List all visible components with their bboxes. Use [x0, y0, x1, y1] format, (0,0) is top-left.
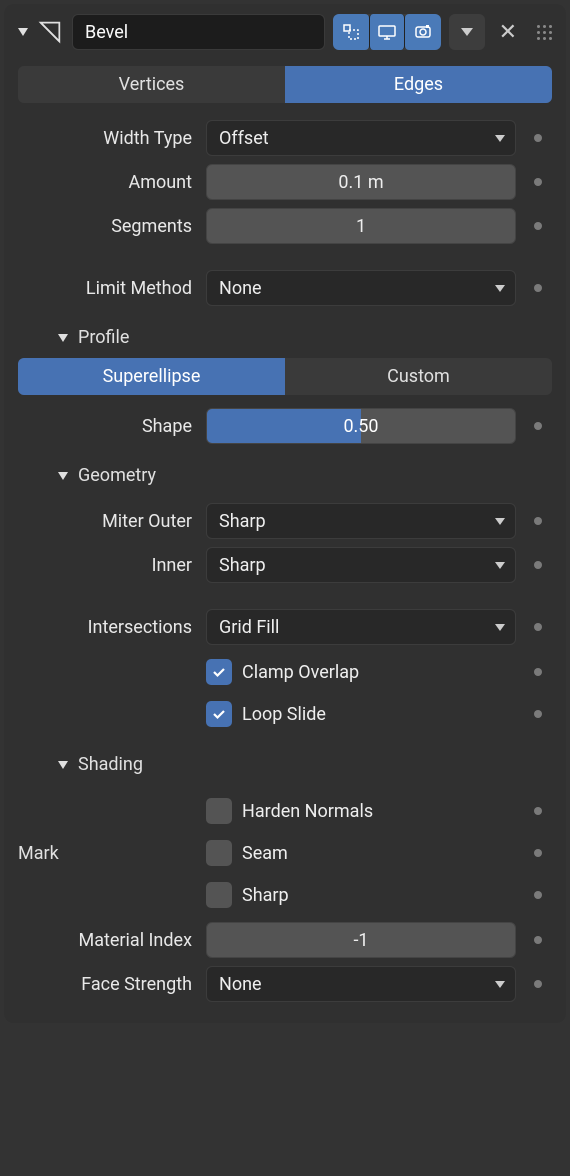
modifier-name-text: Bevel [85, 22, 128, 43]
animate-dot[interactable] [534, 422, 542, 430]
mark-seam-label: Seam [242, 843, 516, 864]
panel-header: Bevel ✕ [4, 4, 566, 60]
custom-tab[interactable]: Custom [285, 358, 552, 395]
shape-label: Shape [18, 416, 198, 437]
animate-dot[interactable] [534, 623, 542, 631]
clamp-overlap-label: Clamp Overlap [242, 662, 516, 683]
mark-seam-checkbox[interactable] [206, 840, 232, 866]
collapse-triangle-icon [58, 472, 68, 480]
chevron-down-icon [495, 981, 505, 988]
affect-tabs: Vertices Edges [18, 66, 552, 103]
width-type-value: Offset [219, 128, 269, 149]
profile-section-label: Profile [78, 327, 129, 348]
segments-value: 1 [356, 216, 366, 237]
superellipse-tab[interactable]: Superellipse [18, 358, 285, 395]
loop-slide-label: Loop Slide [242, 704, 516, 725]
intersections-select[interactable]: Grid Fill [206, 609, 516, 645]
drag-handle-icon[interactable] [537, 25, 552, 40]
shading-section-label: Shading [78, 754, 143, 775]
panel-body: Vertices Edges Width Type Offset Amount … [4, 60, 566, 1015]
profile-tabs: Superellipse Custom [18, 358, 552, 395]
animate-dot[interactable] [534, 936, 542, 944]
render-toggle[interactable] [405, 14, 441, 50]
edges-tab[interactable]: Edges [285, 66, 552, 103]
realtime-toggle[interactable] [369, 14, 405, 50]
chevron-down-icon [495, 562, 505, 569]
intersections-value: Grid Fill [219, 617, 279, 638]
inner-select[interactable]: Sharp [206, 547, 516, 583]
animate-dot[interactable] [534, 134, 542, 142]
harden-normals-label: Harden Normals [242, 801, 516, 822]
chevron-down-icon [495, 518, 505, 525]
face-strength-label: Face Strength [18, 974, 198, 995]
face-strength-select[interactable]: None [206, 966, 516, 1002]
collapse-triangle-icon[interactable] [18, 28, 28, 36]
collapse-triangle-icon [58, 334, 68, 342]
miter-outer-label: Miter Outer [18, 511, 198, 532]
shape-value: 0.50 [343, 416, 378, 437]
chevron-down-icon [495, 285, 505, 292]
segments-label: Segments [18, 216, 198, 237]
limit-method-select[interactable]: None [206, 270, 516, 306]
edit-mode-toggle[interactable] [333, 14, 369, 50]
collapse-triangle-icon [58, 761, 68, 769]
mark-sharp-label: Sharp [242, 885, 516, 906]
mark-label: Mark [18, 843, 198, 864]
amount-field[interactable]: 0.1 m [206, 164, 516, 200]
material-index-label: Material Index [18, 930, 198, 951]
chevron-down-icon [495, 135, 505, 142]
animate-dot[interactable] [534, 561, 542, 569]
animate-dot[interactable] [534, 284, 542, 292]
amount-label: Amount [18, 172, 198, 193]
material-index-value: -1 [353, 930, 368, 951]
miter-outer-select[interactable]: Sharp [206, 503, 516, 539]
harden-normals-checkbox[interactable] [206, 798, 232, 824]
delete-modifier-button[interactable]: ✕ [493, 20, 523, 45]
animate-dot[interactable] [534, 178, 542, 186]
bevel-modifier-icon [36, 18, 64, 46]
width-type-select[interactable]: Offset [206, 120, 516, 156]
bevel-modifier-panel: Bevel ✕ Vertices Edges Width Type Offset… [4, 4, 566, 1023]
animate-dot[interactable] [534, 222, 542, 230]
limit-method-value: None [219, 278, 262, 299]
animate-dot[interactable] [534, 710, 542, 718]
animate-dot[interactable] [534, 807, 542, 815]
geometry-section-label: Geometry [78, 465, 156, 486]
clamp-overlap-checkbox[interactable] [206, 659, 232, 685]
shape-slider[interactable]: 0.50 [206, 408, 516, 444]
vertices-tab[interactable]: Vertices [18, 66, 285, 103]
slider-fill [207, 409, 361, 443]
mark-sharp-checkbox[interactable] [206, 882, 232, 908]
miter-outer-value: Sharp [219, 511, 266, 532]
material-index-field[interactable]: -1 [206, 922, 516, 958]
chevron-down-icon [495, 624, 505, 631]
amount-value: 0.1 m [338, 172, 383, 193]
width-type-label: Width Type [18, 128, 198, 149]
geometry-section-header[interactable]: Geometry [18, 451, 552, 496]
intersections-label: Intersections [18, 617, 198, 638]
profile-section-header[interactable]: Profile [18, 313, 552, 358]
animate-dot[interactable] [534, 517, 542, 525]
animate-dot[interactable] [534, 980, 542, 988]
animate-dot[interactable] [534, 891, 542, 899]
inner-label: Inner [18, 555, 198, 576]
shading-section-header[interactable]: Shading [18, 740, 552, 785]
animate-dot[interactable] [534, 668, 542, 676]
extras-dropdown[interactable] [449, 14, 485, 50]
loop-slide-checkbox[interactable] [206, 701, 232, 727]
segments-field[interactable]: 1 [206, 208, 516, 244]
modifier-name-input[interactable]: Bevel [72, 14, 325, 50]
face-strength-value: None [219, 974, 262, 995]
inner-value: Sharp [219, 555, 266, 576]
animate-dot[interactable] [534, 849, 542, 857]
limit-method-label: Limit Method [18, 278, 198, 299]
display-toggle-group [333, 14, 441, 50]
